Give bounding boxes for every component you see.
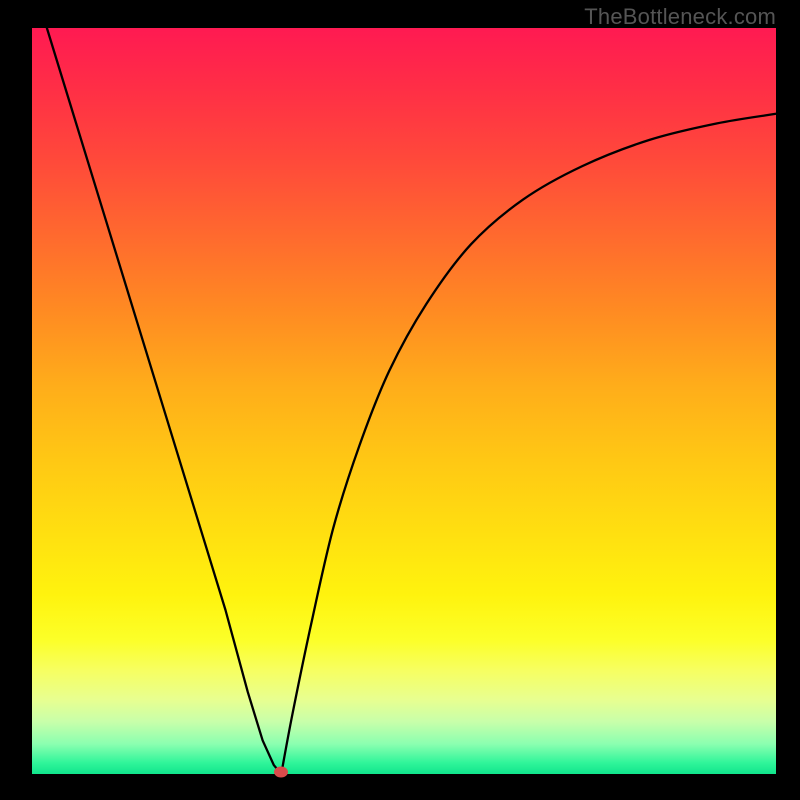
curve-left <box>47 28 281 774</box>
plot-area <box>32 28 776 774</box>
watermark-text: TheBottleneck.com <box>584 4 776 30</box>
minimum-marker <box>274 766 288 777</box>
curve-right <box>281 114 776 774</box>
chart-frame: TheBottleneck.com <box>0 0 800 800</box>
curve-svg <box>32 28 776 774</box>
